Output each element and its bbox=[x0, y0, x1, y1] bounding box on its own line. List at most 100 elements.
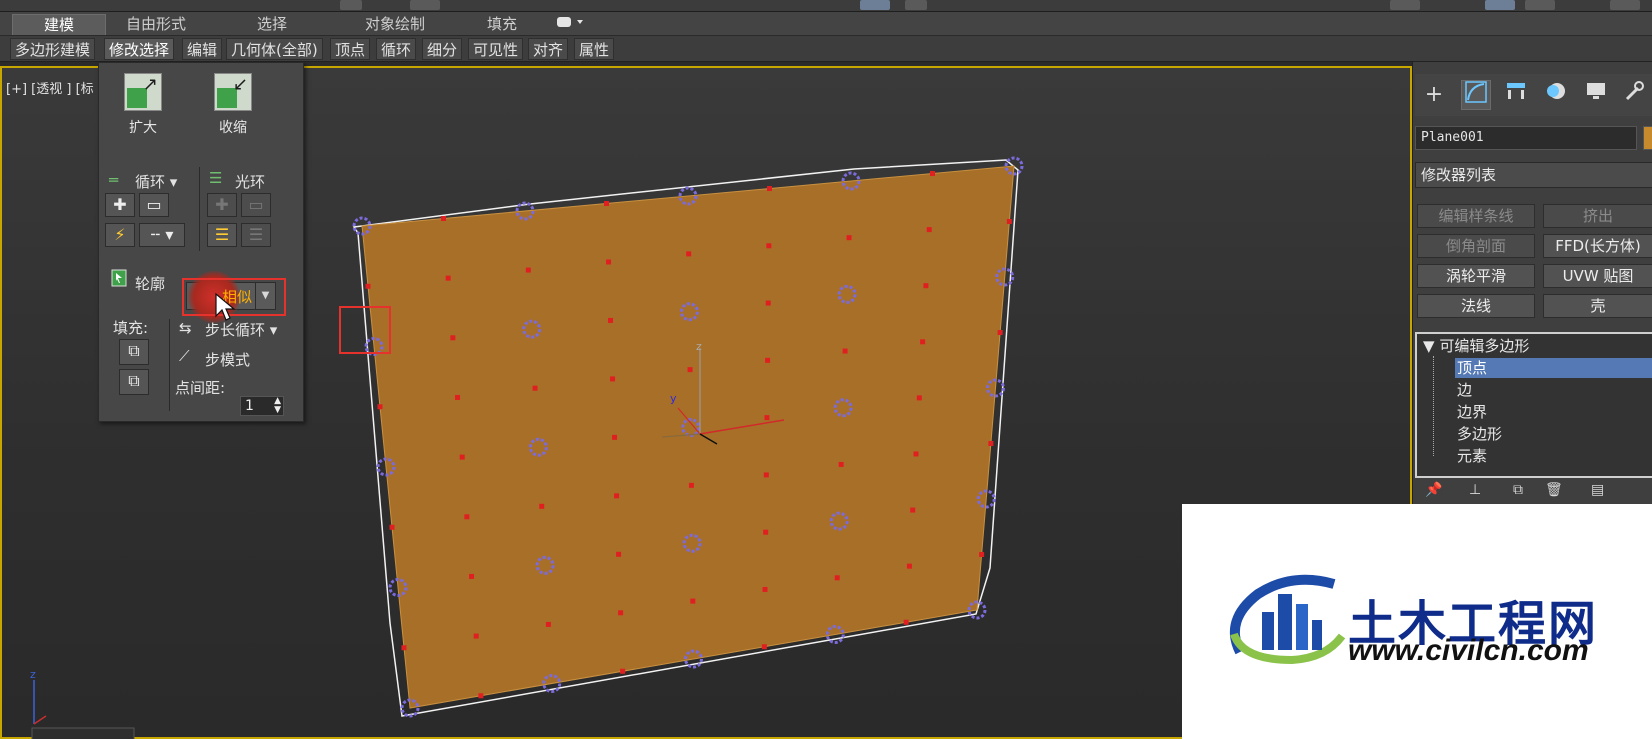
extrude-button[interactable]: 挤出 bbox=[1543, 204, 1652, 228]
dot-gap-spinner[interactable]: 1 ▲ ▼ bbox=[240, 396, 284, 416]
shrink-button[interactable]: ↙ 收缩 bbox=[203, 71, 263, 149]
vertex[interactable] bbox=[464, 514, 470, 520]
grow-button[interactable]: ↗ 扩大 bbox=[113, 71, 173, 149]
panel-subdivision[interactable]: 细分 bbox=[422, 38, 463, 60]
vertex[interactable] bbox=[401, 645, 407, 651]
vertex[interactable] bbox=[926, 227, 932, 233]
vertex[interactable] bbox=[764, 415, 770, 421]
vertex[interactable] bbox=[923, 283, 929, 289]
loop-grow-button[interactable]: ✚ bbox=[105, 193, 135, 217]
vertex[interactable] bbox=[765, 300, 771, 306]
outline-button[interactable]: 轮廓 bbox=[135, 273, 165, 294]
bevel-profile-button[interactable]: 倒角剖面 bbox=[1417, 234, 1535, 258]
vertex[interactable] bbox=[606, 259, 612, 265]
toolbar-icon[interactable] bbox=[1390, 0, 1420, 10]
vertex[interactable] bbox=[604, 201, 609, 206]
normal-button[interactable]: 法线 bbox=[1417, 294, 1535, 318]
ring-shrink-button[interactable]: ▭ bbox=[241, 193, 271, 217]
wrench-icon[interactable] bbox=[1619, 80, 1649, 110]
vertex[interactable] bbox=[765, 357, 771, 363]
loop-shrink-button[interactable]: ▭ bbox=[139, 193, 169, 217]
panel-modify-selection[interactable]: 修改选择 bbox=[104, 38, 175, 60]
ring-grow-button[interactable]: ✚ bbox=[207, 193, 237, 217]
vertex[interactable] bbox=[920, 339, 926, 345]
shell-button[interactable]: 壳 bbox=[1543, 294, 1652, 318]
vertex[interactable] bbox=[612, 434, 618, 440]
loop-mode-dropdown[interactable]: ╌ ▾ bbox=[139, 223, 185, 247]
toolbar-icon[interactable] bbox=[340, 0, 362, 10]
configure-icon[interactable]: ▤ bbox=[1591, 482, 1604, 498]
hierarchy-icon[interactable] bbox=[1501, 80, 1531, 110]
vertex[interactable] bbox=[762, 586, 768, 592]
stack-level-vertex[interactable]: 顶点 bbox=[1455, 358, 1652, 378]
vertex[interactable] bbox=[903, 619, 909, 625]
loop-dropdown[interactable]: 循环 ▾ bbox=[135, 171, 177, 192]
vertex[interactable] bbox=[478, 693, 484, 699]
vertex[interactable] bbox=[834, 575, 840, 581]
tab-freeform[interactable]: 自由形式 bbox=[110, 14, 202, 35]
tab-modeling[interactable]: 建模 bbox=[12, 14, 106, 35]
panel-polygon-modeling[interactable]: 多边形建模 bbox=[10, 38, 96, 60]
vertex[interactable] bbox=[979, 552, 985, 557]
plus-icon[interactable]: + bbox=[1419, 80, 1449, 110]
stack-level-border[interactable]: 边界 bbox=[1457, 402, 1487, 422]
vertex[interactable] bbox=[539, 503, 545, 509]
vertex[interactable] bbox=[930, 171, 935, 176]
ring-mode-button[interactable]: ☰ bbox=[207, 223, 237, 247]
vertex[interactable] bbox=[906, 563, 912, 569]
vertex[interactable] bbox=[690, 598, 696, 604]
ribbon-options-dropdown[interactable] bbox=[552, 14, 588, 35]
toolbar-icon[interactable] bbox=[1525, 0, 1555, 10]
toolbar-icon[interactable] bbox=[860, 0, 890, 10]
step-mode-button[interactable]: 步模式 bbox=[205, 349, 250, 370]
vertex[interactable] bbox=[842, 348, 848, 354]
make-unique-icon[interactable]: ⧉ bbox=[1513, 482, 1523, 498]
vertex[interactable] bbox=[1006, 219, 1012, 224]
vertex[interactable] bbox=[614, 493, 620, 499]
motion-icon[interactable] bbox=[1541, 80, 1571, 110]
vertex[interactable] bbox=[838, 461, 844, 467]
vertex[interactable] bbox=[988, 441, 994, 446]
vertex[interactable] bbox=[846, 235, 852, 241]
toolbar-icon[interactable] bbox=[410, 0, 440, 10]
edit-spline-button[interactable]: 编辑样条线 bbox=[1417, 204, 1535, 228]
vertex[interactable] bbox=[365, 283, 371, 289]
vertex[interactable] bbox=[686, 251, 692, 257]
vertex[interactable] bbox=[610, 376, 616, 382]
panel-align[interactable]: 对齐 bbox=[528, 38, 569, 60]
ring-mode-alt-button[interactable]: ☰ bbox=[241, 223, 271, 247]
object-name-field[interactable]: Plane001 bbox=[1415, 126, 1637, 150]
vertex[interactable] bbox=[688, 482, 694, 488]
vertex[interactable] bbox=[473, 633, 479, 639]
vertex[interactable] bbox=[766, 243, 772, 249]
uvw-map-button[interactable]: UVW 贴图 bbox=[1543, 264, 1652, 288]
vertex[interactable] bbox=[532, 385, 538, 391]
orange-plane[interactable] bbox=[361, 165, 1015, 709]
vertex[interactable] bbox=[620, 668, 626, 674]
vertex[interactable] bbox=[910, 507, 916, 513]
vertex[interactable] bbox=[997, 330, 1003, 335]
panel-loops[interactable]: 循环 bbox=[376, 38, 417, 60]
modify-curve-icon[interactable] bbox=[1461, 80, 1491, 110]
panel-visibility[interactable]: 可见性 bbox=[468, 38, 524, 60]
vertex[interactable] bbox=[455, 394, 461, 400]
vertex[interactable] bbox=[445, 275, 451, 281]
ring-button[interactable]: 光环 bbox=[235, 171, 265, 192]
vertex[interactable] bbox=[913, 451, 919, 457]
show-end-icon[interactable]: ⊥ bbox=[1469, 482, 1481, 498]
vertex[interactable] bbox=[459, 454, 465, 460]
panel-properties[interactable]: 属性 bbox=[574, 38, 615, 60]
fill-button[interactable]: ⧉ bbox=[119, 339, 149, 365]
tab-object-paint[interactable]: 对象绘制 bbox=[340, 14, 450, 35]
vertex[interactable] bbox=[916, 395, 922, 401]
panel-geometry-all[interactable]: 几何体(全部) bbox=[226, 38, 323, 60]
pin-icon[interactable]: 📌 bbox=[1425, 482, 1442, 498]
tab-populate[interactable]: 填充 bbox=[470, 14, 534, 35]
toolbar-icon[interactable] bbox=[1610, 0, 1640, 10]
vertex[interactable] bbox=[441, 216, 446, 221]
vertex[interactable] bbox=[608, 317, 614, 323]
turbosmooth-button[interactable]: 涡轮平滑 bbox=[1417, 264, 1535, 288]
vertex[interactable] bbox=[763, 472, 769, 478]
modifier-list-dropdown[interactable]: 修改器列表 bbox=[1415, 162, 1652, 188]
stack-level-polygon[interactable]: 多边形 bbox=[1457, 424, 1502, 444]
